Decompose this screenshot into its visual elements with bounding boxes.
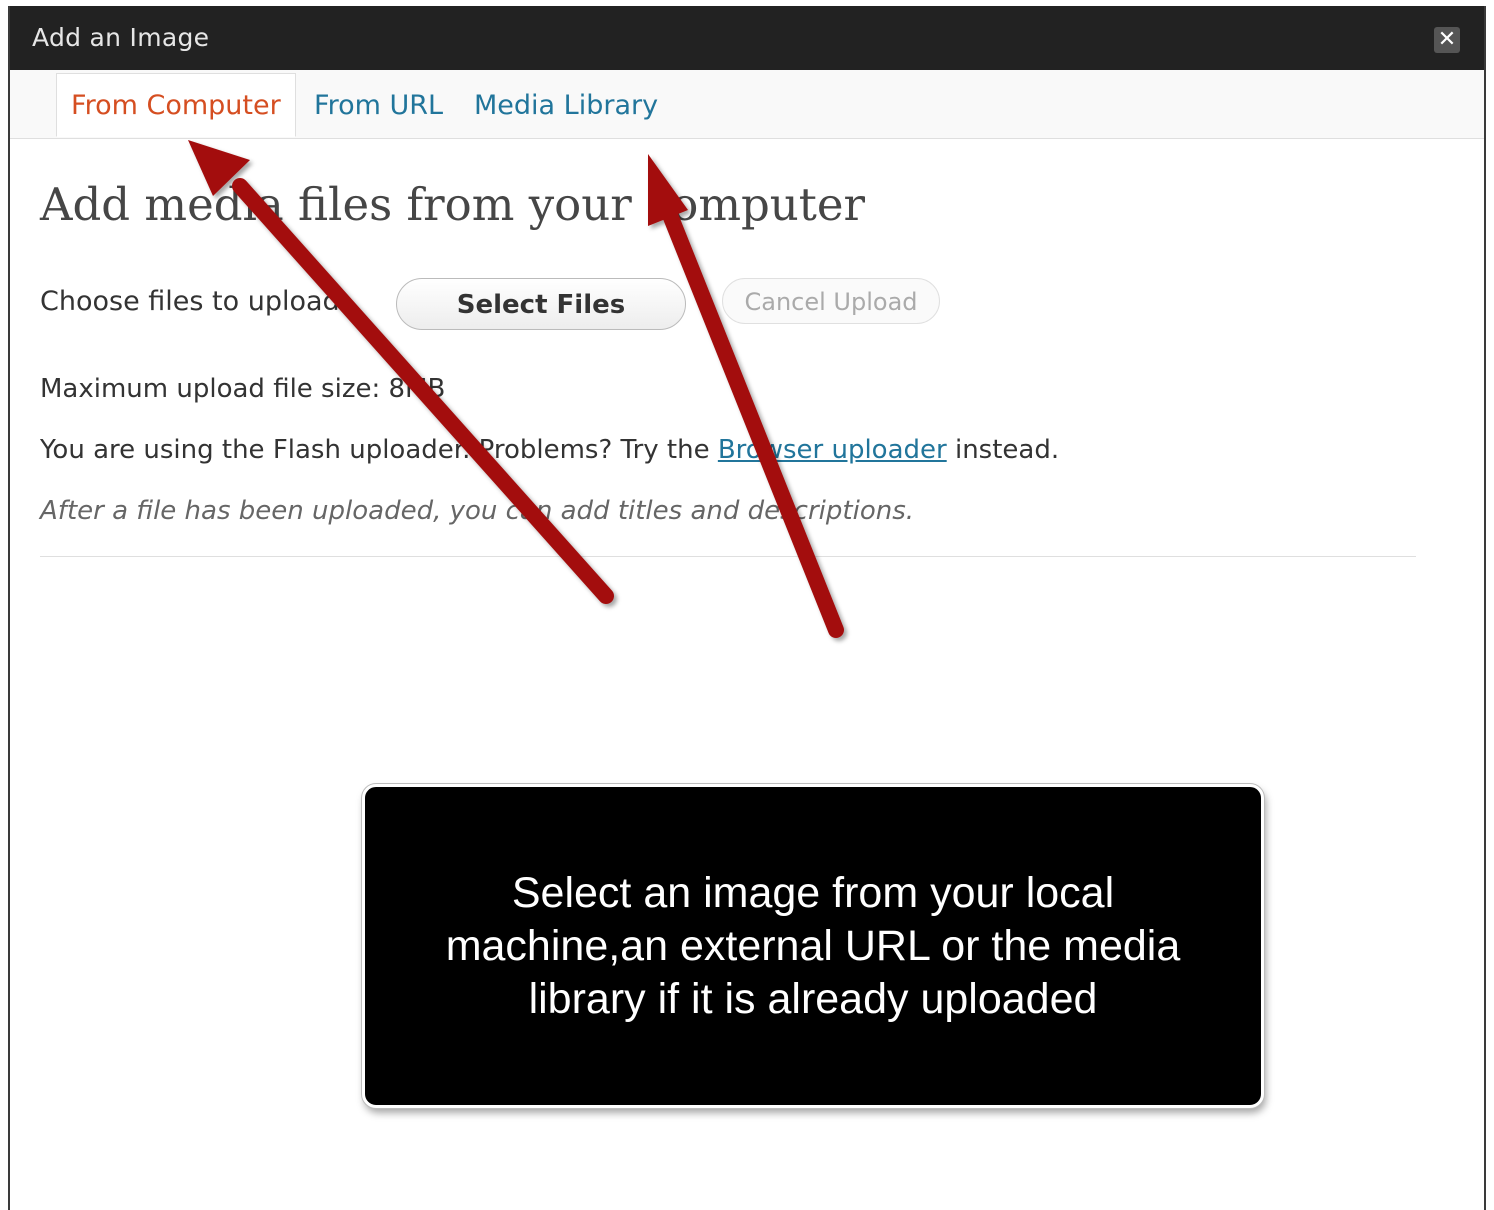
divider <box>40 556 1416 557</box>
after-upload-note: After a file has been uploaded, you can … <box>40 496 915 526</box>
dialog-title: Add an Image <box>32 23 210 52</box>
browser-uploader-link[interactable]: Browser uploader <box>718 435 947 465</box>
flash-notice-prefix: You are using the Flash uploader. Proble… <box>40 435 718 465</box>
instruction-callout: Select an image from your local machine,… <box>362 784 1264 1108</box>
dialog-titlebar: Add an Image ✕ <box>10 6 1484 70</box>
close-button[interactable]: ✕ <box>1434 27 1460 53</box>
choose-files-label: Choose files to upload <box>40 286 340 317</box>
cancel-upload-button: Cancel Upload <box>722 278 940 324</box>
flash-uploader-notice: You are using the Flash uploader. Proble… <box>40 435 1059 465</box>
tab-media-library[interactable]: Media Library <box>474 90 658 121</box>
page-title: Add media files from your computer <box>40 178 866 231</box>
max-upload-size: Maximum upload file size: 8MB <box>40 374 446 404</box>
select-files-button[interactable]: Select Files <box>396 278 686 330</box>
tab-bar: From Computer From URL Media Library <box>10 70 1484 139</box>
flash-notice-suffix: instead. <box>946 435 1060 465</box>
screenshot-frame: Add an Image ✕ From Computer From URL Me… <box>0 0 1494 1210</box>
callout-text: Select an image from your local machine,… <box>445 869 1181 1023</box>
tab-from-computer[interactable]: From Computer <box>56 73 296 137</box>
close-icon: ✕ <box>1437 27 1457 52</box>
tab-from-url[interactable]: From URL <box>314 90 443 121</box>
